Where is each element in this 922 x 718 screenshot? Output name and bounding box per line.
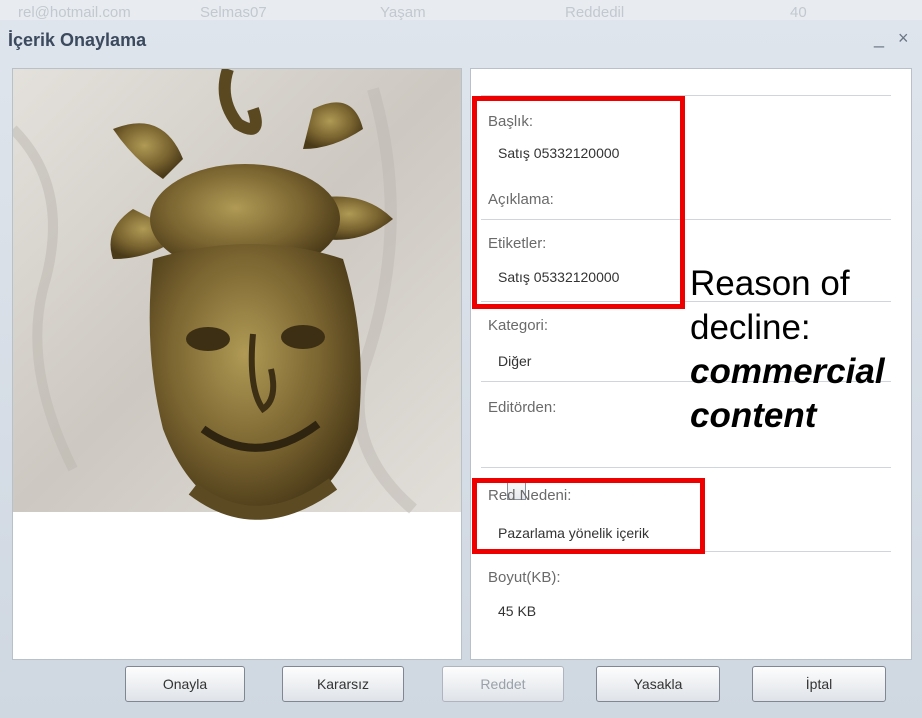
annotation-line: commercial <box>690 352 885 391</box>
cancel-button[interactable]: İptal <box>752 666 886 702</box>
editor-label: Editörden: <box>488 399 557 416</box>
decline-reason-annotation: Reason of decline: commercial content <box>690 262 885 438</box>
separator <box>481 467 891 468</box>
reject-button[interactable]: Reddet <box>442 666 564 702</box>
title-tags-highlight <box>472 96 685 309</box>
annotation-line: Reason of <box>690 264 850 303</box>
annotation-line: content <box>690 396 817 435</box>
category-label: Kategori: <box>488 317 549 334</box>
minimize-icon[interactable]: _ <box>874 28 884 49</box>
ban-button[interactable]: Yasakla <box>596 666 720 702</box>
background-text: Yaşam <box>380 4 426 21</box>
size-value: 45 KB <box>498 603 537 619</box>
background-text: Selmas07 <box>200 4 267 21</box>
background-text: 40 <box>790 4 807 21</box>
background-text: Reddedil <box>565 4 625 21</box>
approve-button[interactable]: Onayla <box>125 666 245 702</box>
undecided-button[interactable]: Kararsız <box>282 666 404 702</box>
category-value: Diğer <box>498 353 532 369</box>
content-photo <box>12 68 462 660</box>
bronze-mask-image <box>13 69 461 520</box>
size-label: Boyut(KB): <box>488 569 561 586</box>
annotation-line: decline: <box>690 308 811 347</box>
reject-reason-highlight <box>472 478 705 554</box>
background-text: rel@hotmail.com <box>18 4 131 21</box>
close-icon[interactable]: × <box>898 28 909 49</box>
dialog-title: İçerik Onaylama <box>8 30 147 50</box>
